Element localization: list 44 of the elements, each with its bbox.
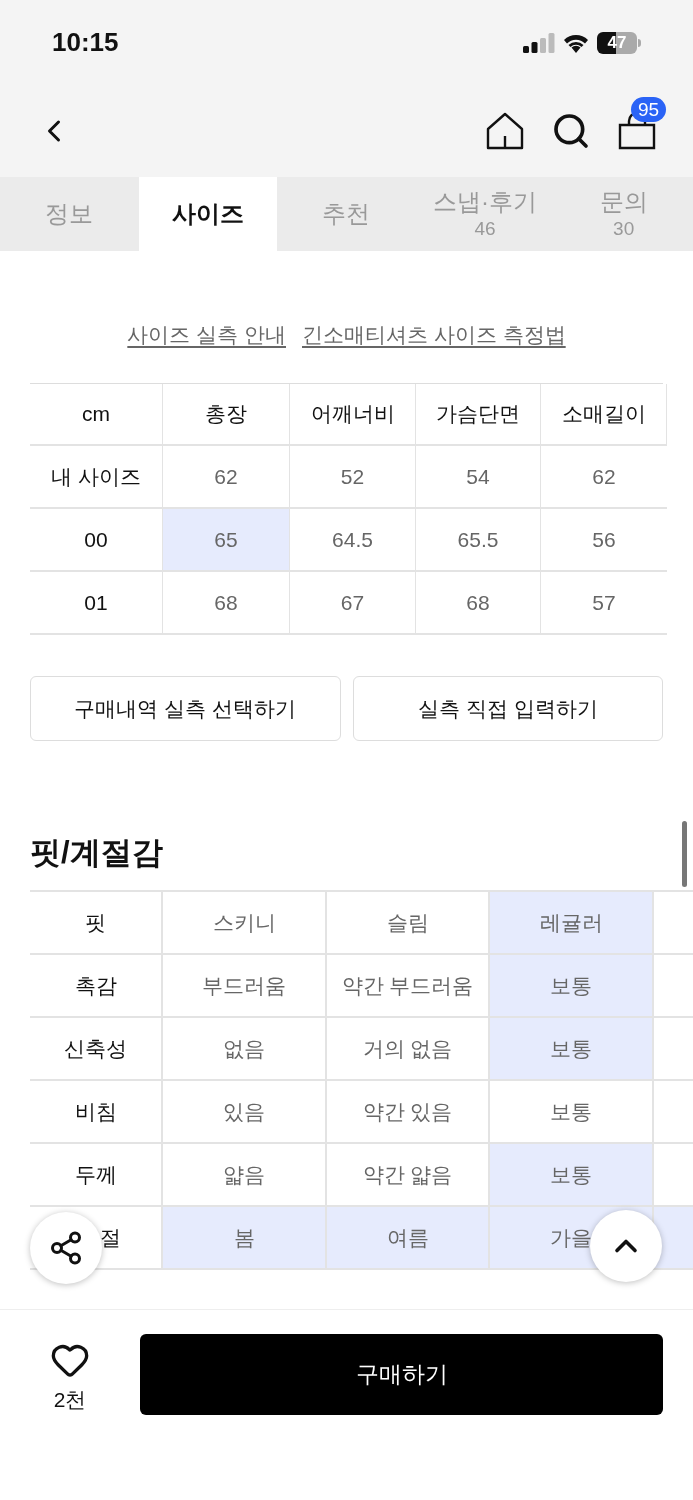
scrollbar-thumb	[682, 821, 687, 887]
cart-count-badge: 95	[631, 97, 667, 122]
fit-option-cell: 없음	[163, 1018, 327, 1081]
fit-option-cell: 슬림	[327, 892, 490, 955]
share-button[interactable]	[30, 1212, 102, 1284]
table-cell: 64.5	[290, 509, 416, 572]
fit-option-cell: 스키니	[163, 892, 327, 955]
fit-option-cell: 있음	[163, 1081, 327, 1144]
table-cell: 52	[290, 446, 416, 509]
fit-option-cell: 보통	[490, 1144, 654, 1207]
buy-button[interactable]: 구매하기	[140, 1334, 663, 1415]
table-cell: 54	[416, 446, 541, 509]
fit-option-cell: 보통	[490, 1081, 654, 1144]
fit-option-cell: 부드러움	[163, 955, 327, 1018]
table-cell: 68	[416, 572, 541, 635]
fit-option-cell: 여름	[327, 1207, 490, 1270]
table-cell: 67	[290, 572, 416, 635]
table-cell: 62	[163, 446, 290, 509]
size-option-button[interactable]: 실측 직접 입력하기	[352, 676, 663, 741]
fit-option-cell: 거의 없음	[327, 1018, 490, 1081]
guide-link[interactable]: 사이즈 실측 안내	[127, 319, 286, 349]
fit-option-cell: 봄	[163, 1207, 327, 1270]
home-icon[interactable]	[485, 111, 525, 151]
signal-icon	[523, 32, 555, 53]
corner-header: cm	[30, 384, 163, 446]
search-icon[interactable]	[551, 111, 591, 151]
fit-option-cell: 보통	[490, 1018, 654, 1081]
table-cell: 65.5	[416, 509, 541, 572]
status-time: 10:15	[52, 26, 119, 59]
table-cell: 65	[163, 509, 290, 572]
table-cell: 68	[163, 572, 290, 635]
section-title: 핏/계절감	[30, 834, 163, 872]
fit-option-cell: 보통	[490, 955, 654, 1018]
size-option-button[interactable]: 구매내역 실측 선택하기	[30, 676, 341, 741]
guide-link[interactable]: 긴소매티셔츠 사이즈 측정법	[302, 319, 566, 349]
tab[interactable]: 사이즈	[138, 177, 278, 251]
wifi-icon	[563, 32, 589, 53]
like-count: 2천	[53, 1387, 87, 1413]
fit-option-cell: 약간 얇음	[327, 1144, 490, 1207]
fit-option-cell: 레귤러	[490, 892, 654, 955]
fit-option-cell: 얇음	[163, 1144, 327, 1207]
fit-option-cell: 약간 있음	[327, 1081, 490, 1144]
share-icon	[48, 1230, 84, 1266]
fit-option-cell: 약간 부드러움	[327, 955, 490, 1018]
